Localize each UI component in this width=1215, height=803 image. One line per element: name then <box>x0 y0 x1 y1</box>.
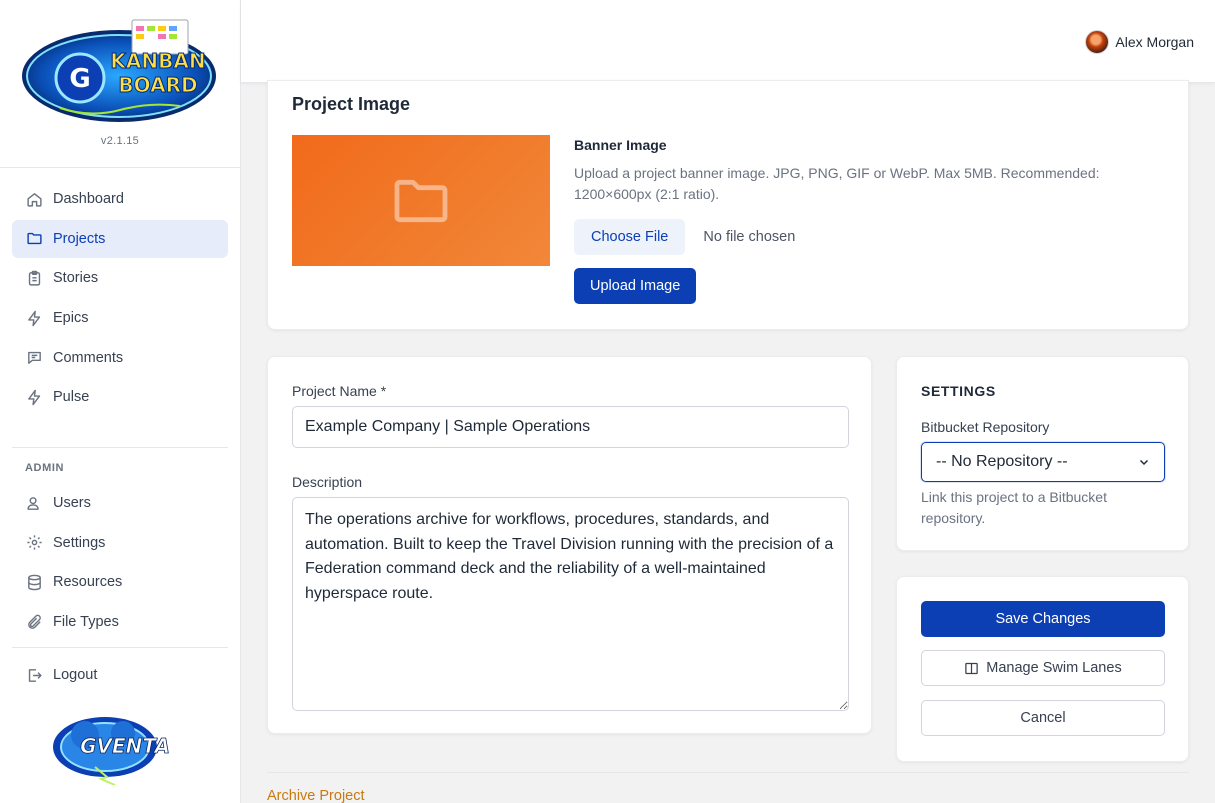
footer-divider <box>267 772 1189 773</box>
nav-item-epics[interactable]: Epics <box>12 299 228 337</box>
nav-label: File Types <box>53 614 119 631</box>
project-image-title: Project Image <box>292 94 411 114</box>
bitbucket-repo-select[interactable]: -- No Repository -- <box>921 442 1165 482</box>
top-bar: Alex Morgan <box>241 0 1215 83</box>
file-picker: Choose File No file chosen <box>574 219 1154 255</box>
logout-nav: Logout <box>12 656 228 696</box>
nav-item-file-types[interactable]: File Types <box>12 603 228 641</box>
sidebar-brand: G KANBAN BOARD v2.1.15 <box>0 0 240 168</box>
home-icon <box>25 190 43 208</box>
nav-item-comments[interactable]: Comments <box>12 339 228 377</box>
button-label: Manage Swim Lanes <box>986 660 1122 676</box>
select-value: -- No Repository -- <box>936 453 1068 470</box>
description-textarea[interactable]: The operations archive for workflows, pr… <box>292 497 849 711</box>
admin-section-label: ADMIN <box>25 462 65 474</box>
project-details-card: Project Name * Description The operation… <box>267 356 872 734</box>
svg-text:KANBAN: KANBAN <box>110 49 205 73</box>
file-status: No file chosen <box>703 229 796 245</box>
nav-label: Users <box>53 495 91 511</box>
kanban-board-logo[interactable]: G KANBAN BOARD <box>20 18 218 126</box>
nav-item-settings[interactable]: Settings <box>12 524 228 562</box>
lightning-icon <box>25 388 43 406</box>
upload-image-button[interactable]: Upload Image <box>574 268 697 304</box>
logout-icon <box>25 666 43 684</box>
user-name: Alex Morgan <box>1115 34 1194 50</box>
description-label: Description <box>292 474 363 490</box>
sidebar-divider <box>12 447 228 448</box>
nav-label: Stories <box>53 270 99 287</box>
gventa-logo: GVENTA <box>53 717 170 785</box>
nav-item-projects[interactable]: Projects <box>12 219 228 258</box>
nav-item-resources[interactable]: Resources <box>12 563 228 601</box>
app-root: G KANBAN BOARD v2.1.15 Dashboard Project… <box>0 0 1215 803</box>
folder-icon <box>394 179 448 222</box>
bitbucket-repo-label: Bitbucket Repository <box>921 419 1050 435</box>
sidebar-divider <box>12 647 228 648</box>
archive-project-link[interactable]: Archive Project <box>267 788 365 803</box>
logout-button[interactable]: Logout <box>12 656 228 694</box>
nav-item-stories[interactable]: Stories <box>12 259 228 297</box>
nav-label: Epics <box>53 310 89 327</box>
admin-nav: Users Settings Resources File Types <box>12 484 228 643</box>
user-menu[interactable]: Alex Morgan <box>1085 30 1194 54</box>
cancel-button[interactable]: Cancel <box>921 700 1165 736</box>
lightning-icon <box>25 309 43 327</box>
nav-item-dashboard[interactable]: Dashboard <box>12 180 228 218</box>
banner-info: Banner Image Upload a project banner ima… <box>574 137 1154 304</box>
app-version: v2.1.15 <box>100 135 140 147</box>
nav-label: Dashboard <box>53 191 124 207</box>
nav-item-pulse[interactable]: Pulse <box>12 378 228 416</box>
database-icon <box>25 573 43 591</box>
columns-icon <box>964 661 979 676</box>
choose-file-button[interactable]: Choose File <box>574 219 686 255</box>
nav-label: Comments <box>53 349 124 366</box>
users-icon <box>25 494 43 512</box>
gear-icon <box>25 534 43 552</box>
avatar <box>1085 30 1110 54</box>
save-changes-button[interactable]: Save Changes <box>921 601 1165 637</box>
nav-label: Projects <box>53 230 106 247</box>
svg-text:GVENTA: GVENTA <box>80 734 170 758</box>
project-name-label: Project Name * <box>292 383 387 399</box>
nav-item-users[interactable]: Users <box>12 484 228 522</box>
bitbucket-help-text: Link this project to a Bitbucket reposit… <box>921 489 1107 526</box>
svg-text:BOARD: BOARD <box>118 73 197 97</box>
nav-label: Resources <box>53 574 123 591</box>
settings-title: SETTINGS <box>921 383 996 399</box>
nav-label: Logout <box>53 667 98 683</box>
settings-card: SETTINGS Bitbucket Repository -- No Repo… <box>896 356 1189 551</box>
chevron-down-icon <box>1139 459 1149 466</box>
nav-label: Settings <box>53 534 106 551</box>
project-image-card: Project Image Banner Image Upload a proj… <box>267 80 1189 330</box>
svg-text:G: G <box>69 64 90 94</box>
nav-label: Pulse <box>53 389 90 406</box>
folder-icon <box>25 230 43 248</box>
actions-card: Save Changes Manage Swim Lanes Cancel <box>896 576 1189 762</box>
clipboard-icon <box>25 269 43 287</box>
main-nav: Dashboard Projects Stories Epics Comment… <box>12 180 228 418</box>
banner-image-label: Banner Image <box>574 137 667 153</box>
paperclip-icon <box>25 613 43 631</box>
banner-help-text: Upload a project banner image. JPG, PNG,… <box>574 165 1100 202</box>
sidebar: G KANBAN BOARD v2.1.15 Dashboard Project… <box>0 0 241 803</box>
project-name-input[interactable] <box>292 406 849 448</box>
banner-preview <box>292 135 550 266</box>
manage-swim-lanes-button[interactable]: Manage Swim Lanes <box>921 650 1165 686</box>
comment-icon <box>25 349 43 367</box>
